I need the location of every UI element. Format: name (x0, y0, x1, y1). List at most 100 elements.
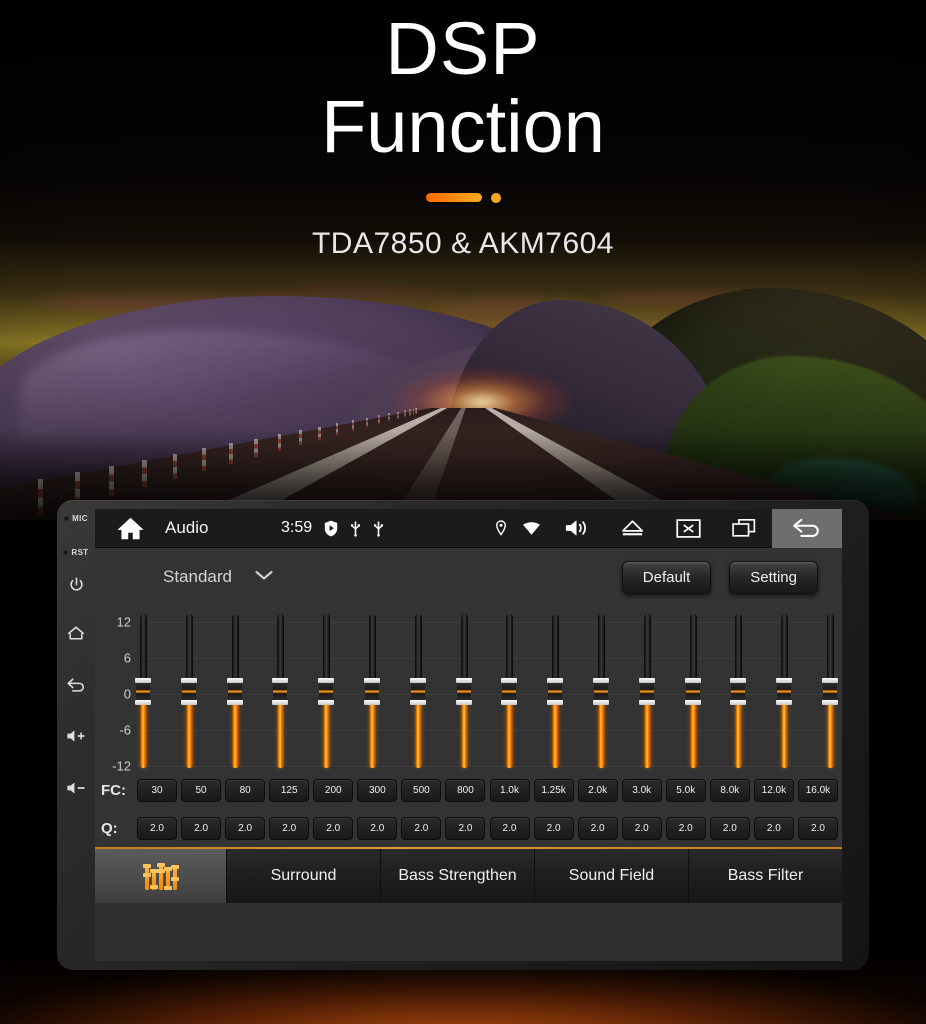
fc-cell[interactable]: 16.0k (797, 778, 838, 802)
fc-cell[interactable]: 500 (401, 778, 442, 802)
tab-sound-field[interactable]: Sound Field (535, 849, 689, 903)
slider-thumb[interactable] (318, 678, 335, 705)
q-cell[interactable]: 2.0 (709, 816, 750, 840)
slider-thumb[interactable] (180, 678, 197, 705)
bezel-volume-up-button[interactable] (57, 728, 95, 744)
eq-slider[interactable] (776, 606, 793, 771)
slider-thumb[interactable] (730, 678, 747, 705)
volume-button[interactable] (548, 509, 604, 548)
fc-cell[interactable]: 800 (445, 778, 486, 802)
default-button[interactable]: Default (621, 560, 712, 594)
q-cell[interactable]: 2.0 (137, 816, 177, 840)
fc-cell[interactable]: 2.0k (577, 778, 618, 802)
eject-icon (621, 520, 643, 536)
eq-slider[interactable] (730, 606, 747, 771)
q-cell[interactable]: 2.0 (489, 816, 530, 840)
slider-thumb[interactable] (455, 678, 472, 705)
close-button[interactable] (660, 509, 716, 548)
q-cell[interactable]: 2.0 (797, 816, 838, 840)
eq-slider[interactable] (547, 606, 564, 771)
equalizer-icon (142, 862, 179, 890)
slider-thumb[interactable] (363, 678, 380, 705)
slider-thumb[interactable] (272, 678, 289, 705)
tab-equalizer[interactable] (95, 849, 227, 903)
q-cell[interactable]: 2.0 (665, 816, 706, 840)
bezel-back-button[interactable] (57, 676, 95, 693)
thumb-bottom-bar (776, 700, 793, 705)
bezel-volume-down-button[interactable] (57, 780, 95, 796)
eq-slider[interactable] (135, 606, 151, 771)
status-bar: Audio 3:59 (95, 509, 842, 548)
fc-cell[interactable]: 3.0k (621, 778, 662, 802)
equalizer-sliders (135, 606, 838, 771)
recents-button[interactable] (716, 509, 772, 548)
thumb-body (639, 683, 654, 700)
location-button[interactable] (488, 509, 514, 548)
slider-thumb[interactable] (638, 678, 655, 705)
eq-slider[interactable] (455, 606, 472, 771)
slider-fill-lower (735, 702, 743, 768)
slider-thumb[interactable] (501, 678, 518, 705)
page-title-line1: DSP (385, 7, 541, 90)
eq-slider[interactable] (363, 606, 380, 771)
reset-hole-icon (63, 550, 69, 555)
bezel-reset-button[interactable]: RST (57, 548, 95, 557)
slider-thumb[interactable] (547, 678, 564, 705)
back-button[interactable] (772, 509, 842, 548)
shield-play-icon (324, 520, 338, 536)
fc-cell[interactable]: 300 (357, 778, 398, 802)
fc-cell[interactable]: 1.25k (533, 778, 574, 802)
slider-thumb[interactable] (684, 678, 701, 705)
eq-slider[interactable] (409, 606, 426, 771)
q-cell[interactable]: 2.0 (753, 816, 794, 840)
q-cell[interactable]: 2.0 (577, 816, 618, 840)
q-cell[interactable]: 2.0 (621, 816, 662, 840)
eq-slider[interactable] (684, 606, 701, 771)
q-cell[interactable]: 2.0 (181, 816, 222, 840)
preset-selector[interactable]: Standard (163, 567, 232, 587)
tab-bass-filter[interactable]: Bass Filter (689, 849, 842, 903)
fc-cell[interactable]: 80 (225, 778, 266, 802)
eject-button[interactable] (604, 509, 660, 548)
fc-cell[interactable]: 125 (269, 778, 310, 802)
q-cell[interactable]: 2.0 (533, 816, 574, 840)
q-cell[interactable]: 2.0 (401, 816, 442, 840)
q-cell[interactable]: 2.0 (225, 816, 266, 840)
slider-thumb[interactable] (776, 678, 793, 705)
fc-cell[interactable]: 50 (181, 778, 222, 802)
eq-slider[interactable] (272, 606, 289, 771)
slider-thumb[interactable] (135, 678, 151, 705)
slider-thumb[interactable] (592, 678, 609, 705)
fc-cell[interactable]: 12.0k (753, 778, 794, 802)
q-cell[interactable]: 2.0 (357, 816, 398, 840)
eq-slider[interactable] (501, 606, 518, 771)
fc-cell[interactable]: 1.0k (489, 778, 530, 802)
status-right-icons (488, 509, 842, 548)
q-cell[interactable]: 2.0 (313, 816, 354, 840)
bezel-home-button[interactable] (57, 624, 95, 642)
eq-slider[interactable] (180, 606, 197, 771)
setting-button[interactable]: Setting (729, 560, 818, 594)
eq-slider[interactable] (226, 606, 243, 771)
eq-slider[interactable] (592, 606, 609, 771)
tab-surround[interactable]: Surround (227, 849, 381, 903)
tab-bass-strengthen[interactable]: Bass Strengthen (381, 849, 535, 903)
eq-slider[interactable] (821, 606, 838, 771)
fc-cell[interactable]: 30 (137, 778, 177, 802)
preset-dropdown-button[interactable] (254, 568, 274, 586)
q-cell[interactable]: 2.0 (445, 816, 486, 840)
page-title-line2: Function (321, 85, 605, 168)
fc-cell[interactable]: 5.0k (665, 778, 706, 802)
statusbar-home-button[interactable] (95, 515, 165, 542)
eq-slider[interactable] (318, 606, 335, 771)
bezel-power-button[interactable] (57, 576, 95, 593)
slider-track-upper (689, 614, 697, 686)
eq-slider[interactable] (638, 606, 655, 771)
slider-thumb[interactable] (226, 678, 243, 705)
q-cell[interactable]: 2.0 (269, 816, 310, 840)
fc-cell[interactable]: 8.0k (709, 778, 750, 802)
slider-thumb[interactable] (821, 678, 838, 705)
slider-thumb[interactable] (409, 678, 426, 705)
fc-cell[interactable]: 200 (313, 778, 354, 802)
wifi-button[interactable] (514, 509, 548, 548)
